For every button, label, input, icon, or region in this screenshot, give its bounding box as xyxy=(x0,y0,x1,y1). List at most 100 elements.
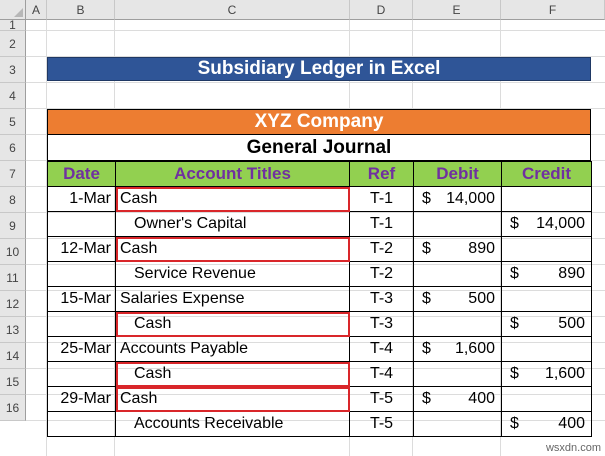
row-header-9[interactable]: 9 xyxy=(0,213,26,239)
table-row: 1-Mar Cash T-1 $14,000 xyxy=(47,186,592,212)
ref-cell[interactable]: T-1 xyxy=(349,211,414,237)
credit-cell[interactable]: $500 xyxy=(501,311,592,337)
account-title-cell[interactable]: Salaries Expense xyxy=(115,286,350,312)
debit-cell[interactable]: $400 xyxy=(413,386,502,412)
credit-amount: 500 xyxy=(558,315,585,332)
ref-cell[interactable]: T-3 xyxy=(349,311,414,337)
credit-cell[interactable]: $890 xyxy=(501,261,592,287)
row-header-6[interactable]: 6 xyxy=(0,135,26,161)
ref-cell[interactable]: T-2 xyxy=(349,236,414,262)
account-title-cell[interactable]: Owner's Capital xyxy=(115,211,350,237)
row-header-5[interactable]: 5 xyxy=(0,109,26,135)
header-account-titles[interactable]: Account Titles xyxy=(115,161,350,187)
table-row: 12-Mar Cash T-2 $890 xyxy=(47,236,592,262)
table-row: Cash T-4 $1,600 xyxy=(47,361,592,387)
row-header-12[interactable]: 12 xyxy=(0,291,26,317)
ref-cell[interactable]: T-5 xyxy=(349,386,414,412)
debit-cell[interactable]: $890 xyxy=(413,236,502,262)
credit-cell[interactable]: $400 xyxy=(501,411,592,437)
credit-cell[interactable] xyxy=(501,186,592,212)
date-cell[interactable] xyxy=(47,261,116,287)
column-header-a[interactable]: A xyxy=(26,0,47,20)
header-ref[interactable]: Ref xyxy=(349,161,414,187)
journal-table: Date Account Titles Ref Debit Credit 1-M… xyxy=(47,161,592,437)
account-title-cell[interactable]: Cash xyxy=(115,311,350,337)
ref-cell[interactable]: T-4 xyxy=(349,361,414,387)
account-title-cell[interactable]: Accounts Payable xyxy=(115,336,350,362)
credit-amount: 14,000 xyxy=(536,215,585,232)
column-header-c[interactable]: C xyxy=(115,0,350,20)
credit-cell[interactable] xyxy=(501,336,592,362)
credit-cell[interactable] xyxy=(501,286,592,312)
date-cell[interactable] xyxy=(47,361,116,387)
date-cell[interactable]: 29-Mar xyxy=(47,386,116,412)
ref-cell[interactable]: T-3 xyxy=(349,286,414,312)
credit-cell[interactable]: $1,600 xyxy=(501,361,592,387)
debit-cell[interactable] xyxy=(413,211,502,237)
date-cell[interactable]: 1-Mar xyxy=(47,186,116,212)
row-header-3[interactable]: 3 xyxy=(0,57,26,83)
date-cell[interactable] xyxy=(47,211,116,237)
table-row: 25-Mar Accounts Payable T-4 $1,600 xyxy=(47,336,592,362)
table-row: Accounts Receivable T-5 $400 xyxy=(47,411,592,437)
header-date[interactable]: Date xyxy=(47,161,116,187)
row-header-14[interactable]: 14 xyxy=(0,343,26,369)
row-header-2[interactable]: 2 xyxy=(0,31,26,57)
ref-cell[interactable]: T-2 xyxy=(349,261,414,287)
row-header-7[interactable]: 7 xyxy=(0,161,26,187)
row-header-11[interactable]: 11 xyxy=(0,265,26,291)
journal-title[interactable]: General Journal xyxy=(47,135,591,161)
account-title-cell[interactable]: Cash xyxy=(115,361,350,387)
date-cell[interactable]: 12-Mar xyxy=(47,236,116,262)
ref-cell[interactable]: T-4 xyxy=(349,336,414,362)
spreadsheet: ABCDEF 1 2 3 4 5 6 7 8 9 10 11 12 13 14 15 16 Subsidiar… xyxy=(0,0,605,456)
date-cell[interactable] xyxy=(47,411,116,437)
row-header-10[interactable]: 10 xyxy=(0,239,26,265)
row-header-1[interactable]: 1 xyxy=(0,18,26,32)
header-credit[interactable]: Credit xyxy=(501,161,592,187)
debit-cell[interactable] xyxy=(413,311,502,337)
row-header-15[interactable]: 15 xyxy=(0,369,26,395)
select-all-corner[interactable] xyxy=(0,0,26,20)
gridline xyxy=(26,30,605,31)
column-header-d[interactable]: D xyxy=(350,0,413,20)
account-title-cell[interactable]: Cash xyxy=(115,236,350,262)
column-header-e[interactable]: E xyxy=(413,0,501,20)
debit-cell[interactable]: $500 xyxy=(413,286,502,312)
ref-cell[interactable]: T-5 xyxy=(349,411,414,437)
ref-cell[interactable]: T-1 xyxy=(349,186,414,212)
table-row: 29-Mar Cash T-5 $400 xyxy=(47,386,592,412)
account-title-cell[interactable]: Service Revenue xyxy=(115,261,350,287)
debit-cell[interactable]: $14,000 xyxy=(413,186,502,212)
debit-amount: 14,000 xyxy=(446,190,495,207)
row-header-13[interactable]: 13 xyxy=(0,317,26,343)
debit-cell[interactable] xyxy=(413,411,502,437)
row-header-8[interactable]: 8 xyxy=(0,187,26,213)
debit-amount: 400 xyxy=(468,390,495,407)
account-title-cell[interactable]: Cash xyxy=(115,186,350,212)
account-title-cell[interactable]: Cash xyxy=(115,386,350,412)
date-cell[interactable]: 25-Mar xyxy=(47,336,116,362)
debit-amount: 500 xyxy=(468,290,495,307)
credit-cell[interactable] xyxy=(501,236,592,262)
currency-symbol: $ xyxy=(510,265,519,282)
table-row: Cash T-3 $500 xyxy=(47,311,592,337)
date-cell[interactable] xyxy=(47,311,116,337)
debit-cell[interactable] xyxy=(413,261,502,287)
column-header-f[interactable]: F xyxy=(501,0,605,20)
currency-symbol: $ xyxy=(422,390,431,407)
debit-cell[interactable]: $1,600 xyxy=(413,336,502,362)
row-header-16[interactable]: 16 xyxy=(0,395,26,421)
sheet-title[interactable]: Subsidiary Ledger in Excel xyxy=(47,57,591,81)
credit-cell[interactable]: $14,000 xyxy=(501,211,592,237)
column-header-b[interactable]: B xyxy=(47,0,115,20)
date-cell[interactable]: 15-Mar xyxy=(47,286,116,312)
account-title-cell[interactable]: Accounts Receivable xyxy=(115,411,350,437)
gridline xyxy=(26,82,605,83)
header-debit[interactable]: Debit xyxy=(413,161,502,187)
debit-cell[interactable] xyxy=(413,361,502,387)
row-header-4[interactable]: 4 xyxy=(0,83,26,109)
credit-cell[interactable] xyxy=(501,386,592,412)
table-row: Owner's Capital T-1 $14,000 xyxy=(47,211,592,237)
company-name[interactable]: XYZ Company xyxy=(47,109,591,135)
